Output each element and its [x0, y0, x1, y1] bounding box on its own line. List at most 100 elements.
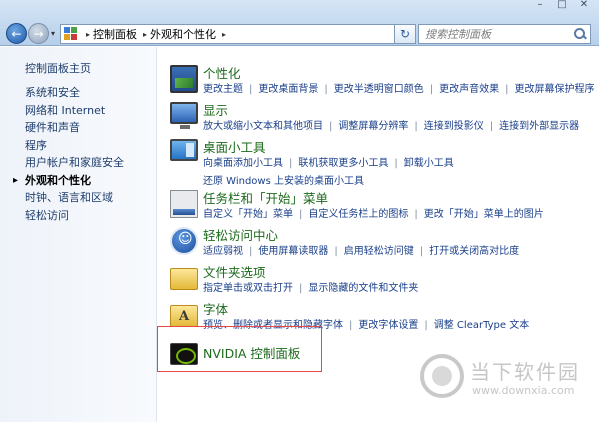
task-link[interactable]: 联机获取更多小工具	[298, 158, 388, 169]
forward-button[interactable]: →	[28, 23, 49, 44]
sidebar-item-user-accounts[interactable]: 用户帐户和家庭安全	[25, 154, 124, 172]
link-separator: |	[419, 246, 424, 257]
sidebar-item-system-security[interactable]: 系统和安全	[25, 84, 124, 102]
task-link[interactable]: 自定义任务栏上的图标	[308, 209, 408, 220]
category-title[interactable]: 字体	[203, 299, 228, 318]
task-links: 放大或缩小文本和其他项目 | 调整屏幕分辨率 | 连接到投影仪 | 连接到外部显示器	[203, 118, 599, 136]
fonts-icon[interactable]	[170, 305, 198, 327]
task-link[interactable]: 连接到外部显示器	[499, 121, 579, 132]
task-link[interactable]: 指定单击或双击打开	[203, 283, 293, 294]
link-separator: |	[324, 84, 328, 95]
task-link[interactable]: 连接到投影仪	[424, 121, 484, 132]
sidebar-item-hardware-sound[interactable]: 硬件和声音	[25, 119, 124, 137]
close-icon[interactable]: ✕	[577, 0, 591, 10]
sidebar-home-link[interactable]: 控制面板主页	[25, 60, 91, 76]
link-separator: |	[289, 158, 293, 169]
personalization-icon[interactable]	[170, 65, 198, 93]
task-link-row: 自定义「开始」菜单 | 自定义任务栏上的图标 | 更改「开始」菜单上的图片	[203, 206, 599, 224]
task-link-row: 放大或缩小文本和其他项目 | 调整屏幕分辨率 | 连接到投影仪 | 连接到外部显示器	[203, 118, 599, 136]
search-input[interactable]: 搜索控制面板	[418, 24, 591, 44]
category-title[interactable]: 文件夹选项	[203, 262, 266, 281]
task-link[interactable]: 调整 ClearType 文本	[434, 320, 529, 331]
sidebar-list: 系统和安全 网络和 Internet 硬件和声音 程序 用户帐户和家庭安全 外观…	[25, 84, 124, 224]
task-link[interactable]: 打开或关闭高对比度	[429, 246, 519, 257]
maximize-icon[interactable]: □	[555, 0, 569, 10]
link-separator: |	[349, 320, 353, 331]
task-link[interactable]: 更改声音效果	[439, 84, 499, 95]
breadcrumb-chevron-icon[interactable]: ▸	[222, 30, 226, 39]
task-link[interactable]: 调整屏幕分辨率	[338, 121, 408, 132]
link-separator: |	[414, 121, 418, 132]
folder-options-icon[interactable]	[170, 268, 198, 290]
task-links: 适应弱视 | 使用屏幕读取器 | 启用轻松访问键 | 打开或关闭高对比度	[203, 243, 599, 261]
task-link[interactable]: 显示隐藏的文件和文件夹	[308, 283, 418, 294]
task-link[interactable]: 适应弱视	[203, 246, 243, 257]
task-link[interactable]: 放大或缩小文本和其他项目	[203, 121, 323, 132]
task-links: 向桌面添加小工具 | 联机获取更多小工具 | 卸载小工具 还原 Windows 上安装的桌…	[203, 155, 599, 191]
task-links: 指定单击或双击打开 | 显示隐藏的文件和文件夹	[203, 280, 599, 298]
task-link[interactable]: 更改主题	[203, 84, 243, 95]
window-controls: – □ ✕	[533, 0, 591, 10]
breadcrumb-appearance[interactable]: 外观和个性化	[150, 26, 216, 42]
task-link[interactable]: 更改桌面背景	[258, 84, 318, 95]
task-link-row: 适应弱视 | 使用屏幕读取器 | 启用轻松访问键 | 打开或关闭高对比度	[203, 243, 599, 261]
link-separator: |	[249, 246, 253, 257]
link-separator: |	[414, 209, 418, 220]
back-arrow-icon: ←	[11, 26, 22, 41]
gadgets-icon[interactable]	[170, 139, 198, 161]
link-separator: |	[505, 84, 509, 95]
task-link[interactable]: 更改「开始」菜单上的图片	[424, 209, 544, 220]
ease-of-access-icon[interactable]	[170, 227, 198, 255]
category-title[interactable]: 桌面小工具	[203, 137, 266, 156]
nvidia-highlight-box	[157, 326, 322, 372]
search-icon[interactable]	[572, 26, 588, 42]
task-link[interactable]: 更改半透明窗口颜色	[334, 84, 424, 95]
task-link[interactable]: 向桌面添加小工具	[203, 158, 283, 169]
watermark: 当下软件园 www.downxia.com	[418, 352, 599, 422]
watermark-brand: 当下软件园	[470, 360, 580, 384]
forward-arrow-icon: →	[33, 26, 44, 41]
refresh-button[interactable]: ↻	[394, 24, 416, 44]
link-separator: |	[489, 121, 494, 132]
task-link-row: 更改主题 | 更改桌面背景 | 更改半透明窗口颜色 | 更改声音效果 | 更改屏幕保护程序	[203, 81, 599, 99]
task-link[interactable]: 自定义「开始」菜单	[203, 209, 293, 220]
link-separator: |	[299, 209, 303, 220]
task-link[interactable]: 还原 Windows 上安装的桌面小工具	[203, 176, 364, 187]
task-link-row: 向桌面添加小工具 | 联机获取更多小工具 | 卸载小工具	[203, 155, 599, 173]
category-title[interactable]: 任务栏和「开始」菜单	[203, 188, 328, 207]
taskbar-icon[interactable]	[170, 190, 198, 218]
title-bar: – □ ✕ ← → ▾ ▸ 控制面板 ▸ 外观和个性化 ▸ ▾ ↻ 搜索控制面板	[0, 0, 599, 46]
minimize-icon[interactable]: –	[533, 0, 547, 10]
sidebar-item-appearance[interactable]: 外观和个性化	[25, 172, 124, 190]
category-title[interactable]: 个性化	[203, 63, 241, 82]
task-link[interactable]: 更改字体设置	[358, 320, 418, 331]
breadcrumb-chevron-icon[interactable]: ▸	[86, 30, 90, 39]
breadcrumb-control-panel[interactable]: 控制面板	[93, 26, 137, 42]
category-title[interactable]: 显示	[203, 100, 228, 119]
task-links: 更改主题 | 更改桌面背景 | 更改半透明窗口颜色 | 更改声音效果 | 更改屏幕保护程序	[203, 81, 599, 99]
task-link[interactable]: 更改屏幕保护程序	[515, 84, 595, 95]
task-link[interactable]: 使用屏幕读取器	[258, 246, 328, 257]
watermark-logo-icon	[420, 354, 464, 398]
sidebar-item-network[interactable]: 网络和 Internet	[25, 102, 124, 120]
task-link[interactable]: 卸载小工具	[404, 158, 454, 169]
task-links: 自定义「开始」菜单 | 自定义任务栏上的图标 | 更改「开始」菜单上的图片	[203, 206, 599, 224]
task-link[interactable]: 启用轻松访问键	[344, 246, 414, 257]
sidebar: 控制面板主页 系统和安全 网络和 Internet 硬件和声音 程序 用户帐户和…	[0, 47, 157, 422]
recent-pages-dropdown-icon[interactable]: ▾	[51, 29, 55, 38]
link-separator: |	[329, 121, 333, 132]
sidebar-item-clock-language[interactable]: 时钟、语言和区域	[25, 189, 124, 207]
control-panel-icon	[64, 27, 80, 41]
address-bar[interactable]: ▸ 控制面板 ▸ 外观和个性化 ▸ ▾	[60, 24, 410, 44]
sidebar-item-programs[interactable]: 程序	[25, 137, 124, 155]
link-separator: |	[424, 320, 428, 331]
sidebar-item-ease-of-access[interactable]: 轻松访问	[25, 207, 124, 225]
breadcrumb-chevron-icon[interactable]: ▸	[143, 30, 147, 39]
task-link-row: 指定单击或双击打开 | 显示隐藏的文件和文件夹	[203, 280, 599, 298]
link-separator: |	[334, 246, 338, 257]
link-separator: |	[429, 84, 434, 95]
watermark-url: www.downxia.com	[472, 384, 575, 397]
back-button[interactable]: ←	[6, 23, 27, 44]
display-icon[interactable]	[170, 102, 198, 129]
category-title[interactable]: 轻松访问中心	[203, 225, 278, 244]
